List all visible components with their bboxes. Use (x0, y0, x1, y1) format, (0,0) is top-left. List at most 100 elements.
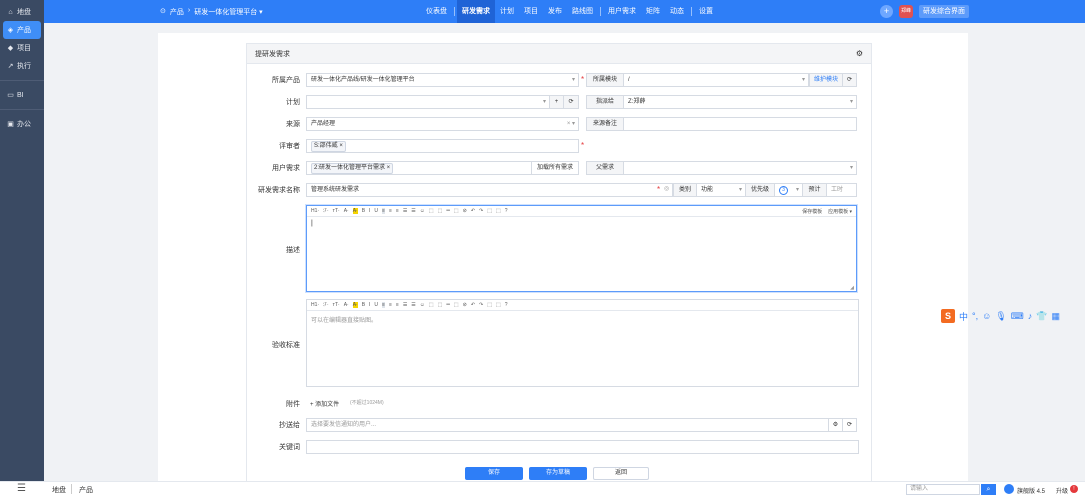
plan-select[interactable]: ▾ (306, 95, 550, 109)
maintain-module-link[interactable]: 维护模块 (809, 73, 843, 87)
toolbar-button[interactable]: ↶ (471, 208, 475, 214)
gear-icon[interactable]: ⚙ (856, 49, 863, 58)
toolbar-button[interactable]: A· (344, 302, 349, 308)
toolbar-button[interactable]: U (374, 302, 378, 308)
toolbar-button[interactable]: ☰ (403, 302, 407, 308)
toolbar-button[interactable]: ⊘ (463, 302, 467, 308)
toolbar-button[interactable]: ? (505, 302, 508, 308)
toolbar-button[interactable]: ≡ (389, 208, 392, 214)
toolbar-button[interactable]: B (362, 208, 365, 214)
toolbar-button[interactable]: ═ (446, 208, 450, 214)
assigned-select[interactable]: Z:郑薛 ▾ (623, 95, 857, 109)
tab-settings[interactable]: 设置 (694, 0, 718, 23)
sidebar-item-bi[interactable]: ▭ BI (0, 86, 44, 104)
toolbar-button[interactable]: ↶ (471, 302, 475, 308)
toolbar-button[interactable]: ☺ (420, 208, 425, 214)
toolbar-button[interactable]: ☰ (411, 302, 415, 308)
toolbar-button[interactable]: U (374, 208, 378, 214)
toolbar-button[interactable]: ⬚ (429, 302, 434, 308)
alert-icon[interactable]: ! (1070, 485, 1078, 493)
tab-project[interactable]: 项目 (519, 0, 543, 23)
keyboard-icon[interactable]: ⌨ (1011, 311, 1024, 322)
tools-grid-icon[interactable]: ▦ (1051, 311, 1060, 322)
toolbar-button[interactable]: A· (344, 208, 349, 214)
save-template-button[interactable]: 保存模板 (802, 208, 822, 215)
parent-requirement-select[interactable]: ▾ (623, 161, 857, 175)
mailto-select[interactable]: 选择要发信通知的用户... (306, 418, 829, 432)
breadcrumb-product-switcher[interactable]: 研发一体化管理平台 ▾ (194, 7, 262, 17)
module-select[interactable]: / ▾ (623, 73, 809, 87)
tab-matrix[interactable]: 矩阵 (641, 0, 665, 23)
load-all-requirements-button[interactable]: 加载所有需求 (531, 161, 579, 175)
toolbar-button[interactable]: ⬚ (438, 208, 443, 214)
save-button[interactable]: 保存 (465, 467, 523, 480)
tab-dashboard[interactable]: 仪表盘 (421, 0, 452, 23)
toolbar-button[interactable]: ≡ (396, 302, 399, 308)
toolbar-button[interactable]: ≡ (389, 302, 392, 308)
sidebar-item-execution[interactable]: ↗ 执行 (0, 57, 44, 75)
toolbar-button[interactable]: H1· (311, 208, 319, 214)
search-icon[interactable]: ⌕ (981, 484, 996, 495)
tab-roadmap[interactable]: 路线图 (567, 0, 598, 23)
upgrade-link[interactable]: 升级 (1056, 486, 1068, 495)
toolbar-button[interactable]: ⬚ (487, 208, 492, 214)
source-select[interactable]: 产品经理 × ▾ (306, 117, 579, 131)
source-note-input[interactable] (623, 117, 857, 131)
breadcrumb-product[interactable]: 产品 (170, 7, 184, 17)
refresh-plan-icon[interactable]: ⟳ (563, 95, 579, 109)
estimate-input[interactable]: 工时 (826, 183, 857, 197)
toolbar-button[interactable]: B (362, 302, 365, 308)
refresh-icon[interactable]: ⟳ (842, 73, 857, 87)
add-file-button[interactable]: + 添加文件 (310, 399, 339, 408)
toolbar-button[interactable]: I (369, 208, 370, 214)
toolbar-button[interactable]: ☰ (403, 208, 407, 214)
toolbar-button[interactable]: H1· (311, 302, 319, 308)
toolbar-button[interactable]: ↷ (479, 208, 483, 214)
toolbar-button[interactable]: A· (352, 208, 358, 214)
menu-icon[interactable]: ☰ (17, 483, 26, 494)
toolbar-button[interactable]: ≡ (396, 208, 399, 214)
microphone-icon[interactable]: 🎙 (995, 311, 1006, 322)
skin-icon[interactable]: 👕 (1036, 311, 1047, 322)
avatar[interactable]: 郑峰 (899, 5, 913, 18)
toolbar-button[interactable]: ⬚ (454, 208, 459, 214)
toolbar-button[interactable]: ≡ (382, 208, 385, 214)
toolbar-button[interactable]: ⬚ (496, 208, 501, 214)
product-select[interactable]: 研发一体化产品线/研发一体化管理平台 ▾ (306, 73, 579, 87)
toolbar-button[interactable]: ≡ (382, 302, 385, 308)
sogou-logo-icon[interactable]: S (941, 309, 955, 323)
toolbar-button[interactable]: ⬚ (454, 302, 459, 308)
user-requirement-select[interactable]: 2:研发一体化管理平台需求 × (306, 161, 532, 175)
toolbar-button[interactable]: ⊘ (463, 208, 467, 214)
toolbar-button[interactable]: ⬚ (496, 302, 501, 308)
ime-mode[interactable]: 中 (959, 310, 968, 323)
toolbar-button[interactable]: I (369, 302, 370, 308)
toolbar-button[interactable]: ℱ· (323, 302, 329, 308)
save-draft-button[interactable]: 存为草稿 (529, 467, 587, 480)
reviewer-select[interactable]: S:邵伟威 × (306, 139, 579, 153)
global-search-input[interactable]: 请输入 (906, 484, 980, 495)
footer-crumb-home[interactable]: 地盘 (52, 485, 66, 495)
toolbar-button[interactable]: ⬚ (438, 302, 443, 308)
sidebar-item-product[interactable]: ◈ 产品 (3, 21, 41, 39)
toolbar-button[interactable]: ᴛT· (333, 208, 340, 214)
add-plan-button[interactable]: + (549, 95, 564, 109)
sidebar-item-home[interactable]: ⌂ 地盘 (0, 3, 44, 21)
toolbar-button[interactable]: ⬚ (487, 302, 492, 308)
toolbar-button[interactable]: ᴛT· (333, 302, 340, 308)
sidebar-item-office[interactable]: ▣ 办公 (0, 115, 44, 133)
emoji-icon[interactable]: ☺ (982, 311, 991, 321)
tab-release[interactable]: 发布 (543, 0, 567, 23)
toolbar-button[interactable]: ℱ· (323, 208, 329, 214)
sidebar-item-project[interactable]: ◆ 项目 (0, 39, 44, 57)
toolbar-button[interactable]: ⬚ (429, 208, 434, 214)
toolbar-button[interactable]: ═ (446, 302, 450, 308)
tab-plan[interactable]: 计划 (495, 0, 519, 23)
priority-select[interactable]: 3 ▾ (774, 183, 803, 197)
tab-user-requirement[interactable]: 用户需求 (603, 0, 641, 23)
acceptance-editor[interactable]: H1· ℱ· ᴛT· A· A· B I U ≡ ≡ ≡ ☰ ☰ ☺ ⬚ ⬚ ═ ⬚ ⊘ ↶ ↷ ⬚ ⬚? 可以在编辑器直接… (306, 299, 859, 387)
toolbar-button[interactable]: A· (352, 302, 358, 308)
toolbar-button[interactable]: ? (505, 208, 508, 214)
color-picker-icon[interactable]: ◎ (664, 185, 669, 192)
toolbar-button[interactable]: ☰ (411, 208, 415, 214)
